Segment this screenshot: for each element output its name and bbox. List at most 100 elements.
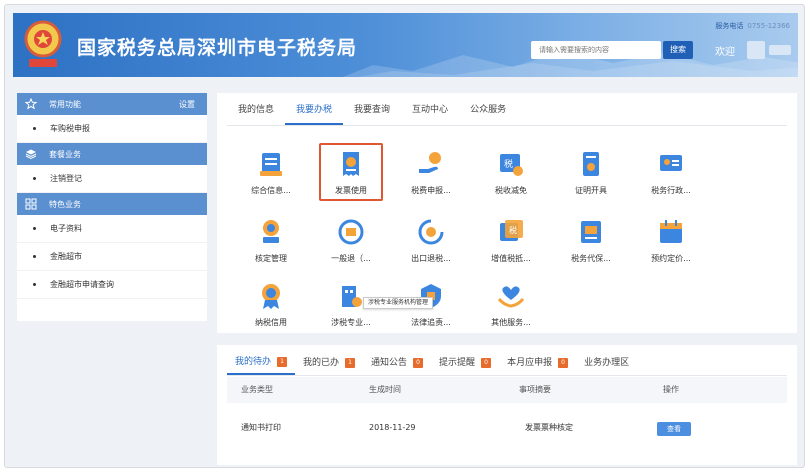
service-label: 其他服务... [491,318,531,327]
sidebar-section-package[interactable]: 套餐业务 [17,143,207,165]
tab-my-todo[interactable]: 我的待办 1 [227,351,296,375]
calendar-icon [660,220,682,243]
star-icon [25,98,37,110]
custody-icon [581,221,601,243]
column-header: 生成时间 [369,385,401,394]
building-icon [342,286,362,307]
grid-icon [25,198,37,210]
service-tax-declaration[interactable]: 税费申报... [399,145,463,203]
refund-icon [338,219,364,245]
service-label: 税务代保... [571,254,611,263]
service-vat-deduction[interactable]: 税 增值税抵... [479,213,543,271]
svg-text:税: 税 [504,158,513,170]
tab-reminders[interactable]: 提示提醒 0 [431,351,499,375]
service-label: 税费申报... [411,186,451,195]
service-label: 法律追责... [411,318,451,327]
bullet-icon [33,177,36,180]
service-label: 税收减免 [495,186,527,195]
stamp-icon [263,220,279,243]
tab-business-area[interactable]: 业务办理区 [576,351,637,375]
tab-interaction[interactable]: 互动中心 [401,99,459,125]
sidebar-item-vehicle-tax[interactable]: 车购税申报 [17,115,207,143]
service-invoice-use[interactable]: 发票使用 [319,143,383,201]
row-time: 2018-11-29 [369,423,416,432]
admin-icon [660,155,682,171]
service-label: 税务行政... [651,186,691,195]
column-header: 事项摘要 [519,385,551,394]
tab-label: 我的已办 [303,358,340,368]
vat-icon: 税 [500,220,523,241]
tab-query[interactable]: 我要查询 [343,99,401,125]
count-badge: 1 [277,357,288,367]
tab-notices[interactable]: 通知公告 0 [363,351,431,375]
sidebar-item-label: 车购税申报 [50,124,90,133]
column-header: 操作 [663,385,679,394]
bullet-icon [33,127,36,130]
service-label: 一般退（... [331,254,371,263]
service-label: 增值税抵... [491,254,531,263]
service-certificate[interactable]: 证明开具 [559,145,623,203]
user-menu[interactable] [769,45,791,55]
sidebar-item-finance-query[interactable]: 金融超市申请查询 [17,271,207,299]
count-badge: 0 [413,358,424,368]
package-icon [25,149,37,160]
service-export-refund[interactable]: 出口退税... [399,213,463,271]
tab-public-service[interactable]: 公众服务 [459,99,517,125]
tax-emblem-icon [24,20,62,67]
service-phone: 服务电话 0755-12366 [715,21,790,31]
credit-medal-icon [262,284,280,309]
service-label: 出口退税... [411,254,451,263]
tab-my-done[interactable]: 我的已办 1 [295,351,363,375]
settings-link[interactable]: 设置 [179,99,207,110]
service-general-refund[interactable]: 一般退（... [319,213,383,271]
tooltip: 涉税专业服务机构管理 [363,297,434,309]
service-comprehensive-info[interactable]: 综合信息... [239,145,303,203]
tab-my-info[interactable]: 我的信息 [227,99,285,125]
tabs-divider [227,125,787,126]
bullet-icon [33,283,36,286]
sidebar-item-label: 注销登记 [50,174,82,183]
tax-relief-icon: 税 [500,154,523,176]
view-button[interactable]: 查看 [657,422,691,436]
bullet-icon [33,227,36,230]
tab-label: 我的待办 [235,357,272,367]
welcome-text: 欢迎 [715,47,735,58]
browser-frame: 国家税务总局深圳市电子税务局 服务电话0755-12366 搜索 欢迎 常用功能… [4,4,805,468]
tab-handle-tax[interactable]: 我要办税 [285,99,344,125]
certificate-icon [583,152,599,176]
service-advance-pricing[interactable]: 预约定价... [639,213,703,271]
service-other[interactable]: 其他服务... [479,277,543,335]
sidebar-section-label: 套餐业务 [49,149,81,159]
todo-panel: 我的待办 1 我的已办 1 通知公告 0 提示提醒 0 本月应申报 0 业务办理区 业务类… [217,345,797,465]
user-avatar[interactable] [747,41,765,59]
sidebar-item-e-documents[interactable]: 电子资料 [17,215,207,243]
service-approval-mgmt[interactable]: 核定管理 [239,213,303,271]
service-label: 发票使用 [335,186,367,195]
sidebar-section-label: 特色业务 [49,199,81,209]
tab-label: 通知公告 [371,358,408,368]
search-button[interactable]: 搜索 [663,41,693,59]
sidebar-section-common[interactable]: 常用功能 设置 [17,93,207,115]
tab-monthly-declaration[interactable]: 本月应申报 0 [499,351,576,375]
tab-label: 业务办理区 [584,358,630,368]
document-stack-icon [260,153,282,176]
todo-tabs: 我的待办 1 我的已办 1 通知公告 0 提示提醒 0 本月应申报 0 业务办理区 [227,351,637,375]
site-header: 国家税务总局深圳市电子税务局 服务电话0755-12366 搜索 欢迎 [13,13,798,77]
service-tax-credit[interactable]: 纳税信用 [239,277,303,335]
sidebar-item-deregistration[interactable]: 注销登记 [17,165,207,193]
service-label: 证明开具 [575,186,607,195]
search-input[interactable] [531,41,661,59]
sidebar-item-finance-market[interactable]: 金融超市 [17,243,207,271]
count-badge: 0 [558,358,569,368]
service-phone-label: 服务电话 [715,22,744,30]
service-label: 预约定价... [651,254,691,263]
service-tax-admin[interactable]: 税务行政... [639,145,703,203]
tab-label: 本月应申报 [507,358,553,368]
service-label: 纳税信用 [255,318,287,327]
invoice-icon [343,152,359,176]
sidebar-section-special[interactable]: 特色业务 [17,193,207,215]
service-tax-custody[interactable]: 税务代保... [559,213,623,271]
count-badge: 1 [345,358,356,368]
tab-label: 提示提醒 [439,358,476,368]
service-tax-relief[interactable]: 税 税收减免 [479,145,543,203]
